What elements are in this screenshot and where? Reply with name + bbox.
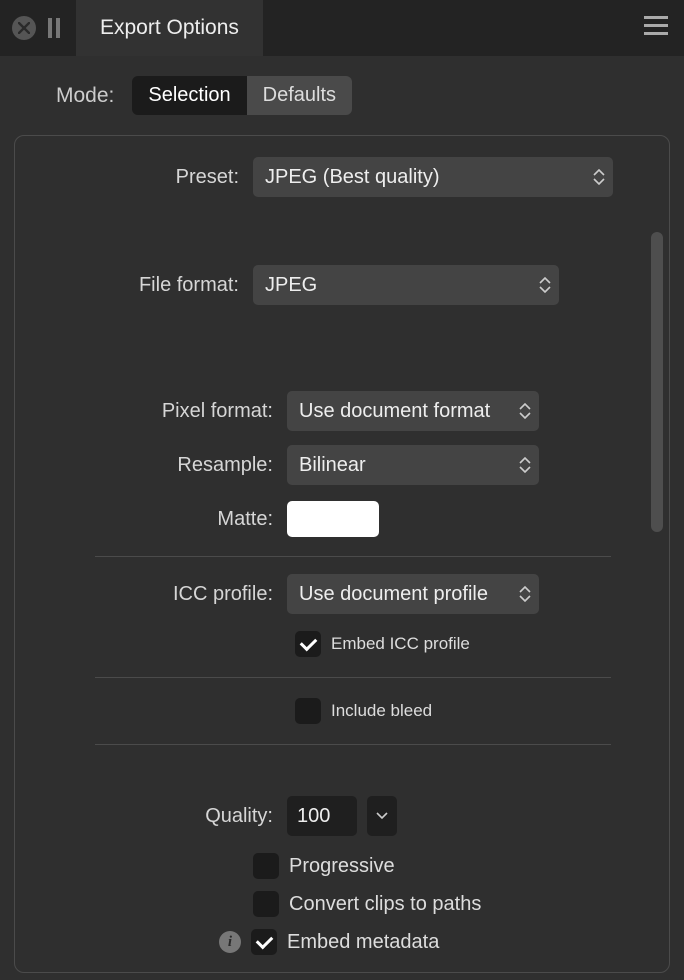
resample-value: Bilinear <box>299 454 366 477</box>
close-icon <box>18 22 30 34</box>
resample-dropdown[interactable]: Bilinear <box>287 445 539 485</box>
info-icon: i <box>219 931 241 953</box>
mode-label: Mode: <box>56 84 114 108</box>
pixel-format-label: Pixel format: <box>25 400 287 423</box>
pixel-format-value: Use document format <box>299 400 490 423</box>
dropdown-arrows-icon <box>519 403 531 419</box>
dropdown-arrows-icon <box>519 457 531 473</box>
embed-icc-label: Embed ICC profile <box>331 634 470 654</box>
quality-input[interactable] <box>287 796 357 836</box>
divider <box>95 556 611 557</box>
dropdown-arrows-icon <box>539 277 551 293</box>
matte-label: Matte: <box>25 508 287 531</box>
export-options-panel: Preset: JPEG (Best quality) File format:… <box>14 135 670 973</box>
icc-profile-dropdown[interactable]: Use document profile <box>287 574 539 614</box>
convert-clips-checkbox[interactable] <box>253 891 279 917</box>
file-format-label: File format: <box>25 274 253 297</box>
chevron-down-icon <box>376 812 388 820</box>
include-bleed-label: Include bleed <box>331 701 432 721</box>
preset-label: Preset: <box>25 166 253 189</box>
progressive-checkbox[interactable] <box>253 853 279 879</box>
panel-tab-title: Export Options <box>76 0 263 56</box>
quality-label: Quality: <box>25 805 287 828</box>
pixel-format-dropdown[interactable]: Use document format <box>287 391 539 431</box>
include-bleed-checkbox[interactable] <box>295 698 321 724</box>
preset-dropdown[interactable]: JPEG (Best quality) <box>253 157 613 197</box>
quality-stepper[interactable] <box>367 796 397 836</box>
embed-icc-checkbox[interactable] <box>295 631 321 657</box>
mode-segmented-control: Selection Defaults <box>132 76 352 115</box>
matte-color-swatch[interactable] <box>287 501 379 537</box>
mode-row: Mode: Selection Defaults <box>0 56 684 135</box>
preset-value: JPEG (Best quality) <box>265 166 440 189</box>
dropdown-arrows-icon <box>519 586 531 602</box>
titlebar: Export Options <box>0 0 684 56</box>
close-button[interactable] <box>12 16 36 40</box>
scrollbar-thumb[interactable] <box>651 232 663 532</box>
divider <box>95 677 611 678</box>
panel-menu-button[interactable] <box>644 16 668 35</box>
resample-label: Resample: <box>25 454 287 477</box>
file-format-dropdown[interactable]: JPEG <box>253 265 559 305</box>
divider <box>95 744 611 745</box>
icc-profile-label: ICC profile: <box>25 583 287 606</box>
mode-option-selection[interactable]: Selection <box>132 76 246 115</box>
progressive-label: Progressive <box>289 855 395 878</box>
dropdown-arrows-icon <box>593 169 605 185</box>
mode-option-defaults[interactable]: Defaults <box>247 76 352 115</box>
convert-clips-label: Convert clips to paths <box>289 893 481 916</box>
file-format-value: JPEG <box>265 274 317 297</box>
pause-icon <box>48 18 60 38</box>
icc-profile-value: Use document profile <box>299 583 488 606</box>
embed-metadata-checkbox[interactable] <box>251 929 277 955</box>
embed-metadata-label: Embed metadata <box>287 931 439 954</box>
